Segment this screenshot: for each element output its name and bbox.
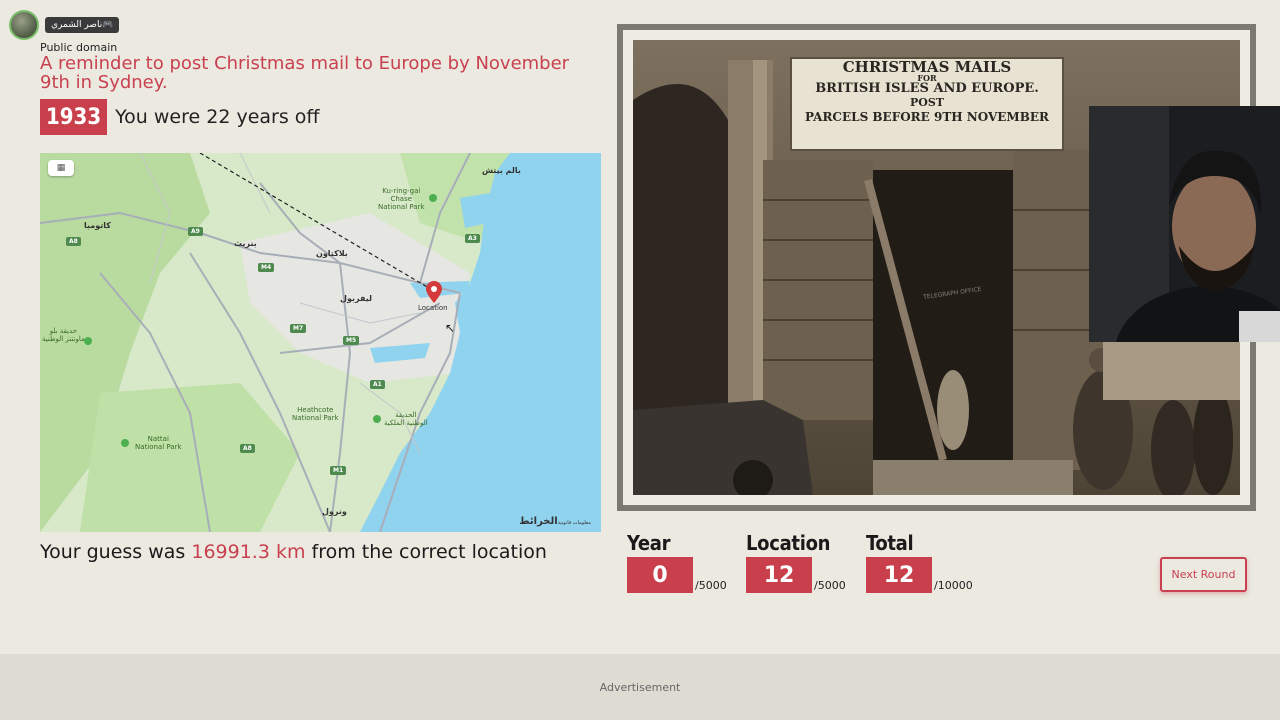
mouse-cursor-icon: ↖ (445, 321, 456, 335)
sign-line-3: BRITISH ISLES AND EUROPE. (815, 81, 1039, 96)
banner-sign: CHRISTMAS MAILS FOR BRITISH ISLES AND EU… (791, 58, 1063, 125)
user-chip[interactable]: ناصر الشمري🎮 (9, 10, 120, 40)
distance-result: Your guess was 16991.3 km from the corre… (40, 541, 547, 563)
road-shield: A3 (465, 234, 480, 243)
sign-line-1: CHRISTMAS MAILS (842, 58, 1012, 76)
sign-line-4: POST (910, 96, 944, 109)
location-score-label: Location (746, 531, 831, 555)
map-label-liverpool: ليفربول (340, 294, 372, 303)
maps-logo: الخرائط (519, 516, 558, 527)
map-canvas[interactable] (40, 153, 601, 532)
correct-year-badge: 1933 (40, 99, 108, 135)
year-result: 1933 You were 22 years off (40, 99, 320, 135)
legal-link[interactable]: معلومات قانونية (558, 520, 591, 526)
road-shield: A1 (370, 380, 385, 389)
user-name: ناصر الشمري🎮 (45, 17, 120, 33)
year-score-max: /5000 (695, 579, 727, 592)
map-label-royal: الحديقة الوطنية الملكية (384, 411, 428, 427)
map-label-north: بالم بيتش (482, 166, 521, 175)
road-shield: A8 (240, 444, 255, 453)
year-score-label: Year (627, 531, 671, 555)
road-shield: M4 (258, 263, 275, 272)
map-attribution[interactable]: معلومات قانونيةالخرائط (519, 516, 595, 527)
year-score-value: 0 (627, 557, 693, 593)
map-label-nattai: Nattai National Park (135, 435, 182, 451)
map-label-blacktown: بلاكتاون (316, 249, 348, 258)
next-round-button[interactable]: Next Round (1160, 557, 1247, 592)
map-label-heathcote: Heathcote National Park (292, 406, 339, 422)
location-score-value: 12 (746, 557, 812, 593)
webcam-overlay (1089, 106, 1280, 342)
sign-line-5: PARCELS BEFORE 9TH NOVEMBER (805, 110, 1049, 124)
road-shield: M7 (290, 324, 307, 333)
total-score-max: /10000 (934, 579, 973, 592)
advertisement-bar: Advertisement (0, 654, 1280, 720)
map-label-penrith: بنريث (234, 239, 257, 248)
photo-description: A reminder to post Christmas mail to Eur… (40, 53, 570, 93)
location-score: Location 12 /5000 (746, 531, 846, 593)
year-feedback: You were 22 years off (115, 106, 320, 128)
pin-label: Location (418, 304, 448, 312)
map-label-kuringgai: Ku-ring-gai Chase National Park (378, 187, 425, 211)
distance-value: 16991.3 km (191, 541, 306, 563)
map-icon: ▦ (56, 163, 66, 173)
avatar[interactable] (9, 10, 39, 40)
map-label-blue-mountains: حديقة بلو ماونتنز الوطنية (42, 327, 85, 343)
map-label-wollongong: ونرول (322, 507, 347, 516)
location-score-max: /5000 (814, 579, 846, 592)
location-pin-icon[interactable] (426, 281, 442, 303)
advertisement-label: Advertisement (599, 680, 681, 694)
distance-prefix: Your guess was (40, 541, 192, 563)
road-shield: A9 (188, 227, 203, 236)
map-label-katoomba: كاتومبا (84, 221, 111, 230)
total-score-label: Total (866, 531, 914, 555)
year-score: Year 0 /5000 (627, 531, 727, 593)
road-shield: M5 (343, 336, 360, 345)
webcam-feed (1089, 106, 1280, 342)
map-type-toggle[interactable]: ▦ (48, 160, 74, 176)
road-shield: A8 (66, 237, 81, 246)
total-score-value: 12 (866, 557, 932, 593)
distance-suffix: from the correct location (305, 541, 547, 563)
result-map[interactable]: ▦ بالم بيتش Ku-ring-gai Chase National P… (40, 153, 601, 532)
road-shield: M1 (330, 466, 347, 475)
total-score: Total 12 /10000 (866, 531, 973, 593)
